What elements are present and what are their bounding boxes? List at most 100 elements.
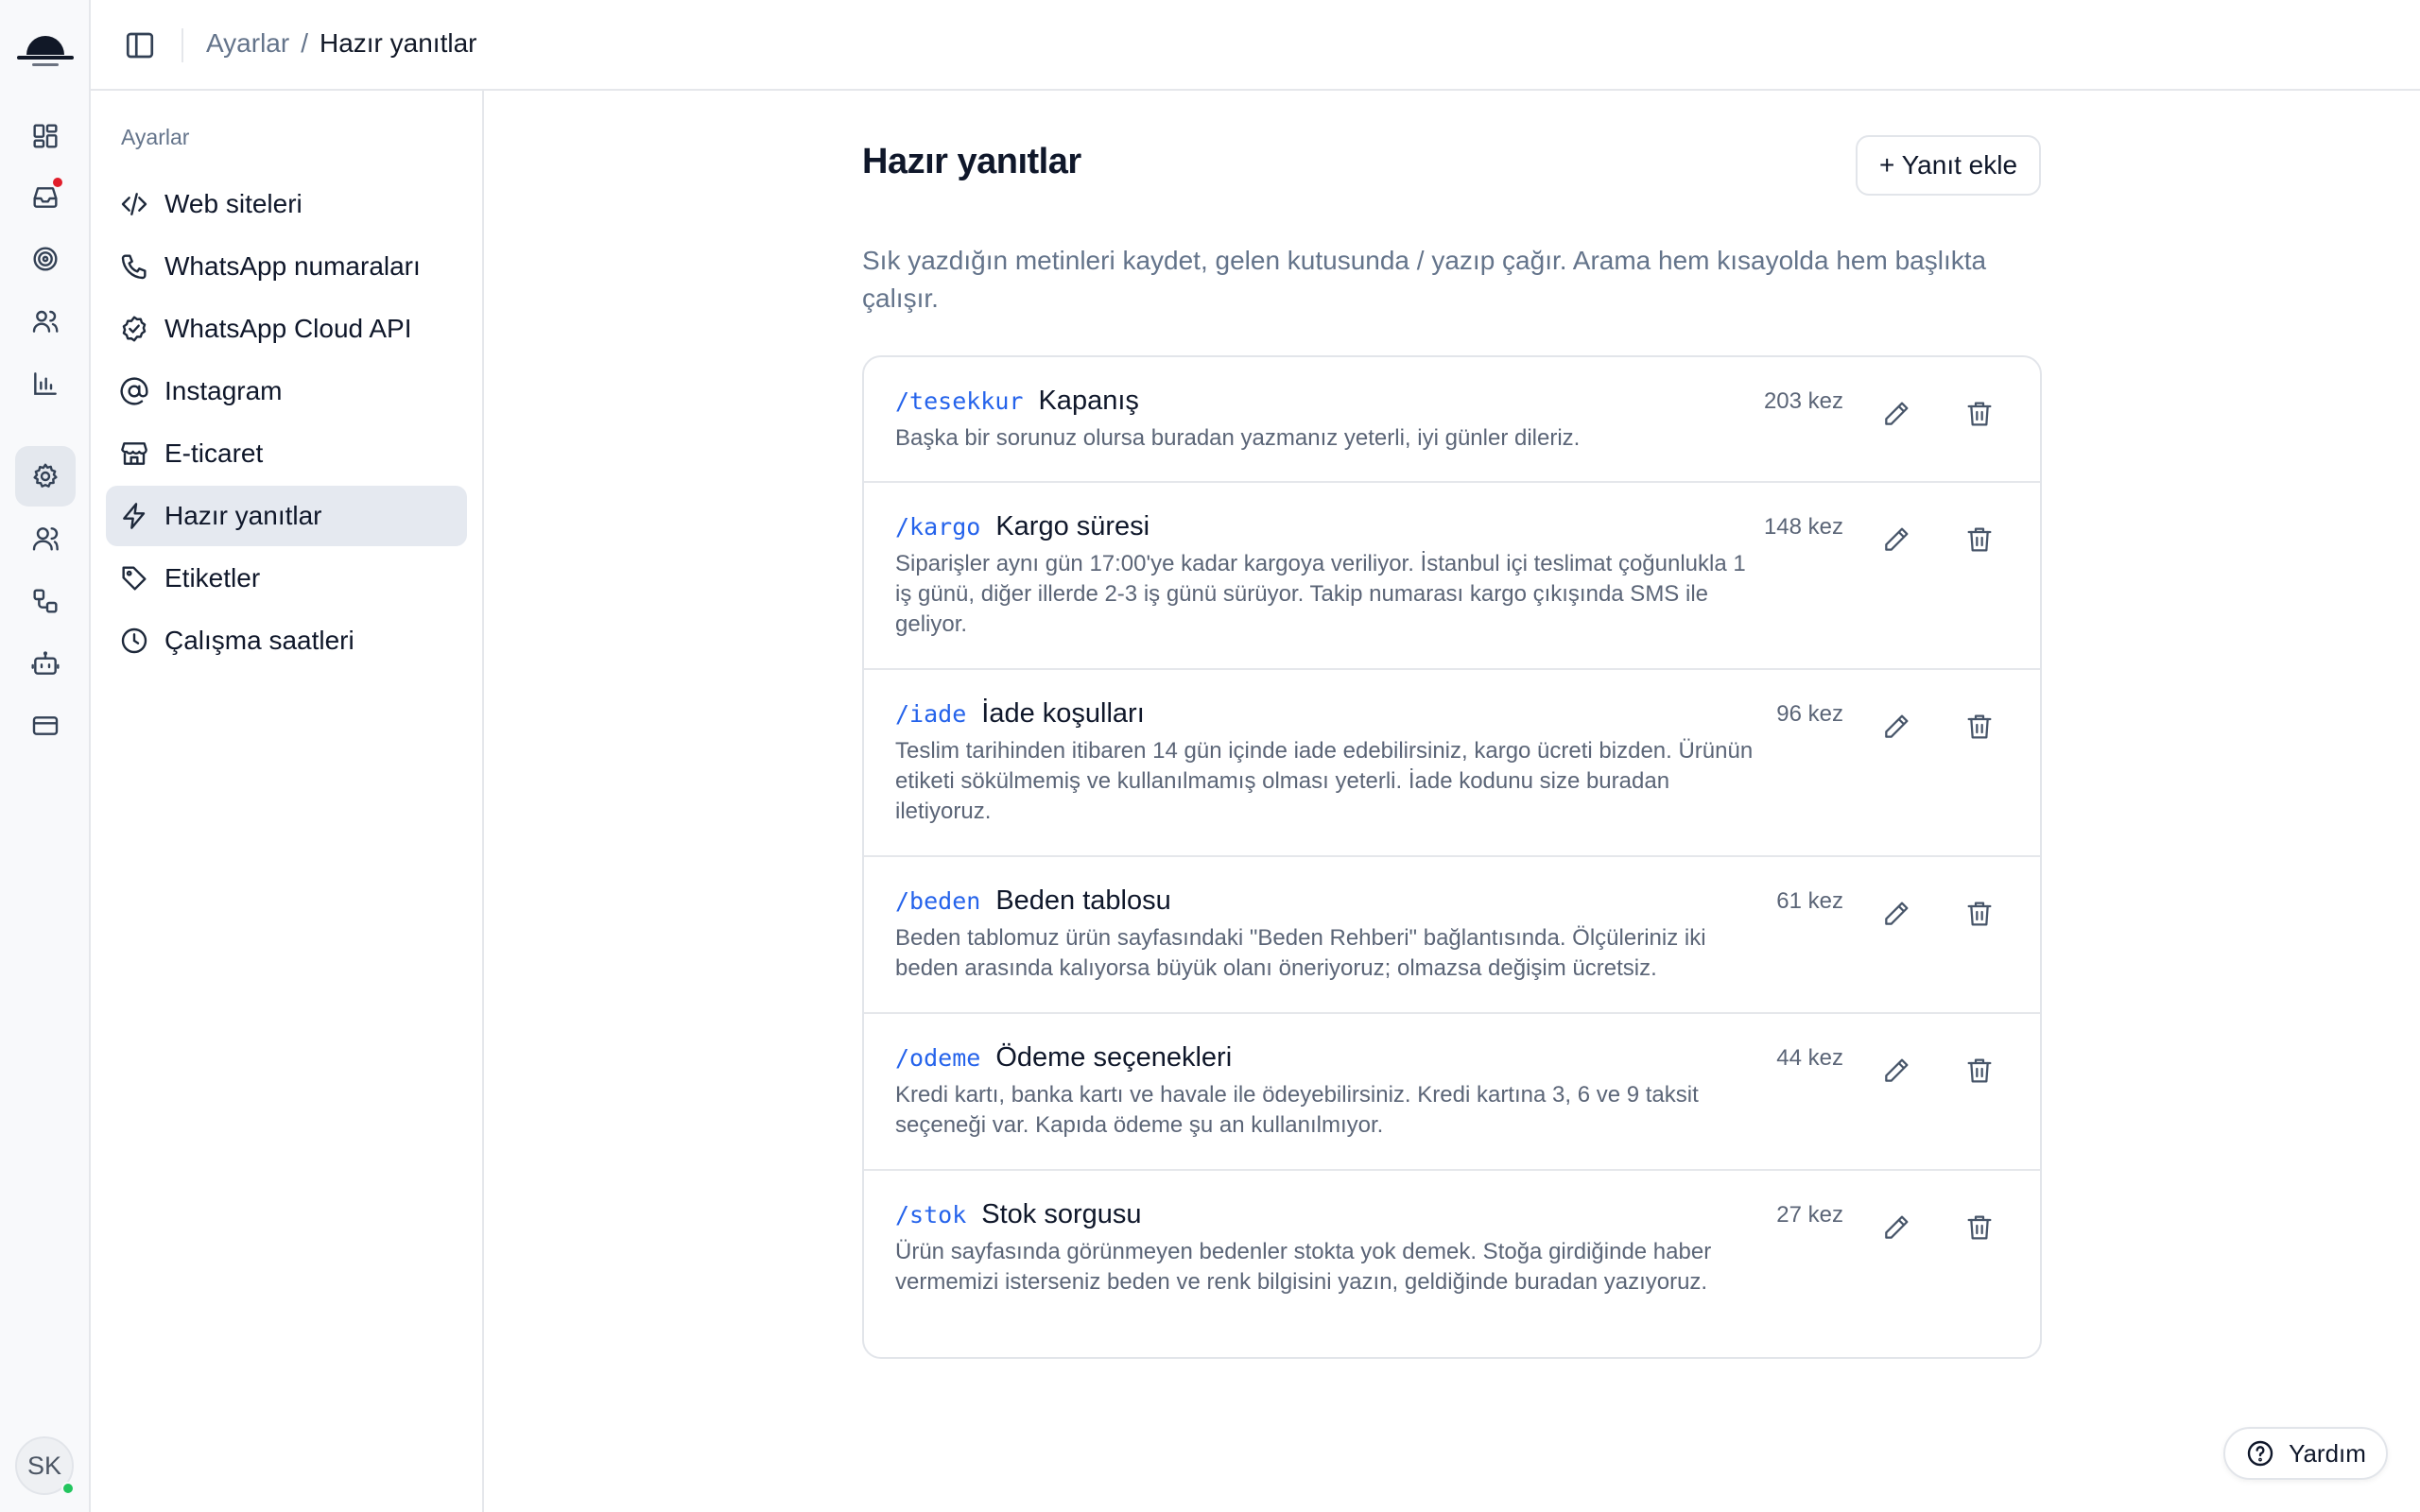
- help-button[interactable]: Yardım: [2223, 1427, 2388, 1480]
- trash-icon: [1967, 1215, 1992, 1240]
- reply-row[interactable]: /beden Beden tablosu Beden tablomuz ürün…: [864, 857, 2040, 1014]
- edit-reply-button[interactable]: [1874, 704, 1919, 749]
- rail-workflow[interactable]: [15, 571, 76, 631]
- settings-item-label: Hazır yanıtlar: [164, 501, 322, 530]
- pencil-icon: [1885, 1058, 1909, 1082]
- settings-item-whatsapp-cloud-api[interactable]: WhatsApp Cloud API: [106, 299, 467, 359]
- edit-reply-button[interactable]: [1874, 1048, 1919, 1093]
- reply-row[interactable]: /iade İade koşulları Teslim tarihinden i…: [864, 670, 2040, 857]
- delete-reply-button[interactable]: [1957, 1205, 2002, 1250]
- edit-reply-button[interactable]: [1874, 1205, 1919, 1250]
- reply-usage-count: 27 kez: [1776, 1202, 1843, 1228]
- reply-title: Kargo süresi: [995, 511, 1150, 541]
- reply-shortcut: /kargo: [895, 513, 981, 541]
- settings-item-instagram[interactable]: Instagram: [106, 361, 467, 421]
- delete-reply-button[interactable]: [1957, 517, 2002, 562]
- page-description: Sık yazdığın metinleri kaydet, gelen kut…: [862, 246, 1987, 313]
- reply-title: İade koşulları: [981, 698, 1145, 729]
- delete-reply-button[interactable]: [1957, 1048, 2002, 1093]
- sidebar-toggle-icon: [126, 32, 154, 59]
- add-reply-button[interactable]: + Yanıt ekle: [1856, 135, 2041, 196]
- icon-rail: SK: [0, 0, 91, 1512]
- edit-reply-button[interactable]: [1874, 517, 1919, 562]
- bar-chart-icon: [34, 372, 57, 395]
- reply-title: Stok sorgusu: [981, 1199, 1142, 1229]
- clock-icon: [121, 627, 147, 654]
- settings-item-label: Web siteleri: [164, 189, 302, 218]
- rail-reports[interactable]: [15, 353, 76, 414]
- delete-reply-button[interactable]: [1957, 704, 2002, 749]
- breadcrumb-settings-link[interactable]: Ayarlar: [206, 28, 289, 59]
- settings-item-ecommerce[interactable]: E-ticaret: [106, 423, 467, 484]
- rail-bot[interactable]: [15, 633, 76, 694]
- brand-logo[interactable]: [15, 21, 76, 70]
- settings-item-working-hours[interactable]: Çalışma saatleri: [106, 610, 467, 671]
- help-label: Yardım: [2289, 1438, 2366, 1468]
- pencil-icon: [1885, 402, 1909, 425]
- rail-billing[interactable]: [15, 696, 76, 756]
- reply-usage-count: 203 kez: [1763, 388, 1843, 414]
- badge-check-icon: [122, 316, 147, 342]
- trash-icon: [1967, 902, 1992, 926]
- reply-usage-count: 61 kez: [1776, 888, 1843, 914]
- rail-team[interactable]: [15, 508, 76, 569]
- credit-card-icon: [32, 716, 59, 735]
- reply-shortcut: /stok: [895, 1201, 967, 1228]
- settings-item-tags[interactable]: Etiketler: [106, 548, 467, 609]
- notification-dot: [51, 176, 64, 189]
- edit-reply-button[interactable]: [1874, 891, 1919, 936]
- pencil-icon: [1885, 1215, 1909, 1239]
- pencil-icon: [1885, 902, 1909, 925]
- reply-body: Ürün sayfasında görünmeyen bedenler stok…: [895, 1239, 1712, 1295]
- reply-row[interactable]: /kargo Kargo süresi Siparişler aynı gün …: [864, 483, 2040, 670]
- rail-users[interactable]: [15, 291, 76, 352]
- delete-reply-button[interactable]: [1957, 891, 2002, 936]
- top-bar: Ayarlar / Hazır yanıtlar: [91, 0, 2420, 91]
- settings-item-label: WhatsApp numaraları: [164, 251, 421, 281]
- settings-item-label: WhatsApp Cloud API: [164, 314, 412, 343]
- reply-usage-count: 44 kez: [1776, 1045, 1843, 1071]
- code-icon: [121, 193, 147, 215]
- rail-inbox[interactable]: [15, 166, 76, 227]
- team-icon: [32, 527, 59, 551]
- delete-reply-button[interactable]: [1957, 391, 2002, 437]
- online-status-dot: [61, 1482, 75, 1495]
- toggle-sidebar-button[interactable]: [123, 28, 157, 62]
- workflow-icon: [33, 589, 58, 613]
- settings-item-label: Etiketler: [164, 563, 261, 593]
- rail-dashboard[interactable]: [15, 106, 76, 166]
- reply-shortcut: /iade: [895, 700, 967, 728]
- reply-row[interactable]: /stok Stok sorgusu Ürün sayfasında görün…: [864, 1171, 2040, 1357]
- reply-body: Beden tablomuz ürün sayfasındaki "Beden …: [895, 925, 1706, 981]
- settings-item-websites[interactable]: Web siteleri: [106, 174, 467, 234]
- bot-icon: [31, 651, 60, 675]
- reply-shortcut: /tesekkur: [895, 387, 1024, 415]
- reply-body: Siparişler aynı gün 17:00'ye kadar kargo…: [895, 551, 1746, 637]
- reply-title: Ödeme seçenekleri: [995, 1042, 1233, 1073]
- reply-usage-count: 96 kez: [1776, 701, 1843, 727]
- reply-usage-count: 148 kez: [1763, 514, 1843, 540]
- help-circle-icon: [2247, 1440, 2273, 1467]
- page-title: Hazır yanıtlar: [862, 142, 1081, 181]
- settings-item-canned-replies[interactable]: Hazır yanıtlar: [106, 486, 467, 546]
- rail-target[interactable]: [15, 229, 76, 289]
- reply-shortcut: /odeme: [895, 1044, 981, 1072]
- pencil-icon: [1885, 714, 1909, 738]
- zap-icon: [123, 503, 146, 529]
- breadcrumb: Ayarlar / Hazır yanıtlar: [206, 28, 476, 59]
- settings-item-label: E-ticaret: [164, 438, 264, 468]
- pencil-icon: [1885, 527, 1909, 551]
- reply-row[interactable]: /tesekkur Kapanış Başka bir sorunuz olur…: [864, 357, 2040, 483]
- reply-title: Kapanış: [1038, 386, 1139, 416]
- users-icon: [32, 310, 59, 333]
- target-icon: [33, 247, 58, 271]
- settings-item-whatsapp-numbers[interactable]: WhatsApp numaraları: [106, 236, 467, 297]
- store-icon: [121, 442, 147, 465]
- reply-body: Teslim tarihinden itibaren 14 gün içinde…: [895, 738, 1754, 824]
- settings-item-label: Çalışma saatleri: [164, 626, 354, 655]
- rail-settings[interactable]: [15, 446, 76, 507]
- edit-reply-button[interactable]: [1874, 391, 1919, 437]
- reply-row[interactable]: /odeme Ödeme seçenekleri Kredi kartı, ba…: [864, 1014, 2040, 1171]
- trash-icon: [1967, 714, 1992, 739]
- breadcrumb-separator: /: [301, 28, 308, 58]
